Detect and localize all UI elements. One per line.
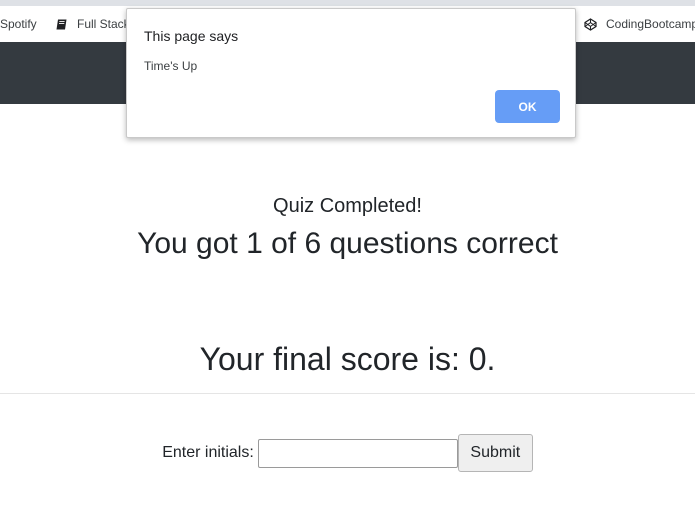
initials-input[interactable] xyxy=(257,438,458,468)
quiz-results: Quiz Completed! You got 1 of 6 questions… xyxy=(0,104,695,528)
bookmark-label: CodingBootcamp xyxy=(606,17,695,31)
correct-count-text: You got 1 of 6 questions correct xyxy=(137,227,558,260)
divider xyxy=(0,393,695,394)
bookmark-codingbootcamp[interactable]: CodingBootcamp xyxy=(583,6,695,42)
dialog-title: This page says xyxy=(144,28,239,44)
bookmark-full-stack[interactable]: Full Stack xyxy=(54,6,130,42)
bookmark-spotify[interactable]: Spotify xyxy=(0,6,37,42)
final-score-text: Your final score is: 0. xyxy=(199,341,496,377)
book-icon xyxy=(54,17,68,31)
submit-button[interactable]: Submit xyxy=(457,434,533,472)
bookmark-label: Full Stack xyxy=(77,17,130,31)
quiz-completed-heading: Quiz Completed! xyxy=(273,195,422,217)
ok-button[interactable]: OK xyxy=(495,90,560,123)
initials-label: Enter initials: xyxy=(162,444,254,461)
codepen-icon xyxy=(583,17,597,31)
initials-form: Enter initials: Submit xyxy=(0,434,695,472)
alert-dialog: This page says Time's Up OK xyxy=(126,8,576,138)
dialog-message: Time's Up xyxy=(144,59,198,73)
bookmark-label: Spotify xyxy=(0,17,37,31)
